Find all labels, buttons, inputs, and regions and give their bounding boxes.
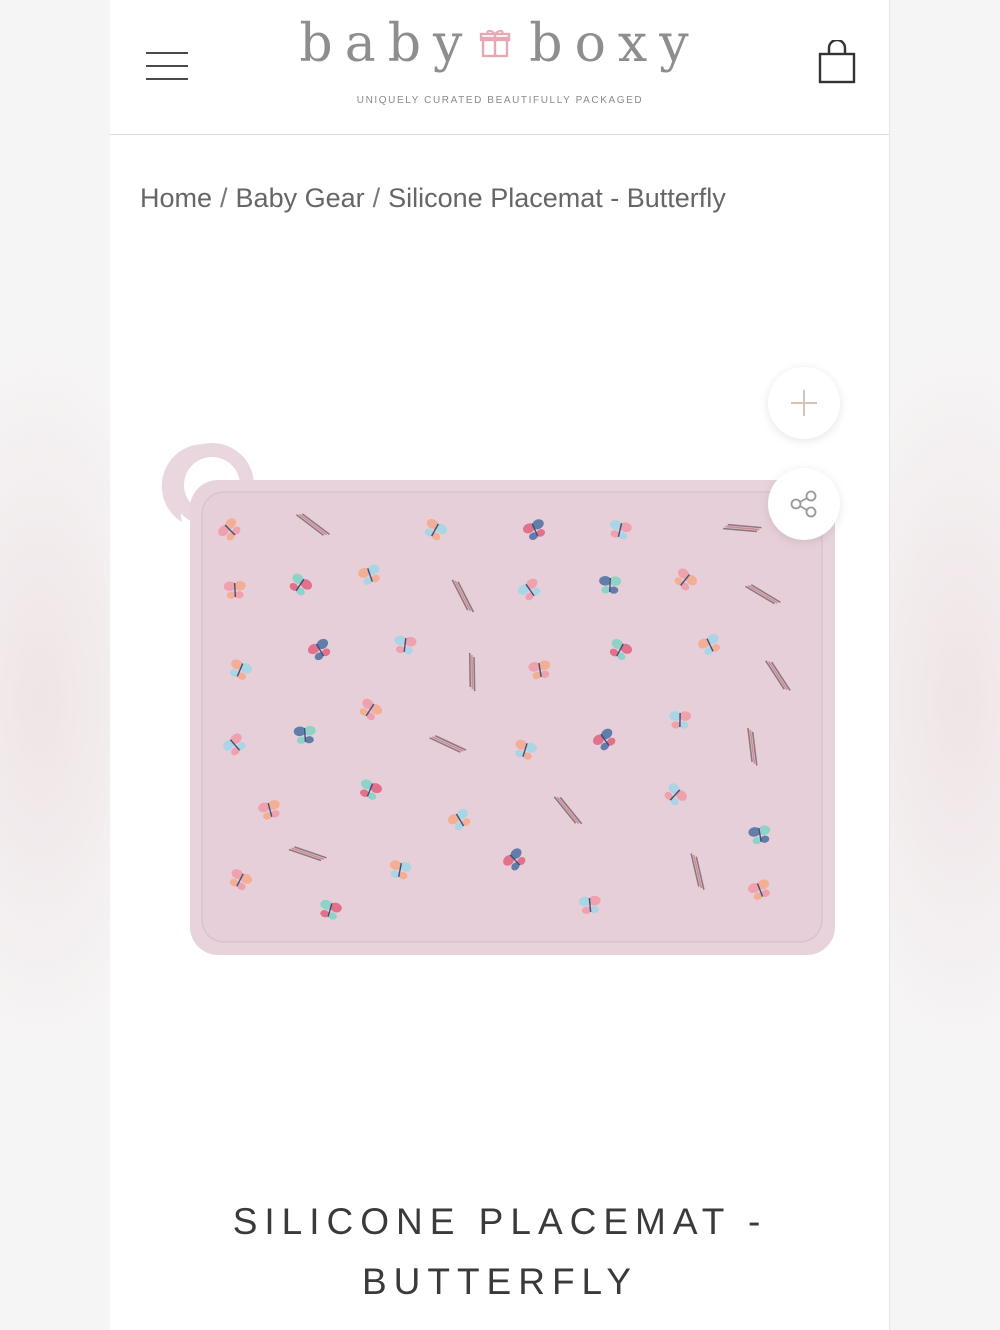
plus-icon: [791, 390, 817, 416]
breadcrumb-separator: /: [220, 183, 228, 213]
shopping-bag-icon[interactable]: [818, 38, 856, 86]
product-image[interactable]: [140, 430, 860, 970]
mobile-page: baby boxy UNIQUELY CURATED BEAUTIFULLY P…: [110, 0, 890, 1330]
logo-text-right: boxy: [529, 14, 701, 74]
gift-box-icon: [479, 26, 511, 63]
product-title-line1: SILICONE PLACEMAT -: [232, 1201, 768, 1242]
product-title: SILICONE PLACEMAT - BUTTERFLY: [150, 1192, 850, 1312]
breadcrumb-separator: /: [372, 183, 381, 213]
product-title-line2: BUTTERFLY: [361, 1261, 639, 1302]
hamburger-menu-icon[interactable]: [146, 50, 188, 82]
breadcrumb: Home / Baby Gear / Silicone Placemat - Butte…: [140, 183, 726, 214]
breadcrumb-baby-gear[interactable]: Baby Gear: [236, 183, 365, 213]
logo-tagline: UNIQUELY CURATED BEAUTIFULLY PACKAGED: [356, 95, 644, 106]
breadcrumb-home[interactable]: Home: [140, 183, 212, 213]
share-icon: [790, 490, 817, 518]
site-logo[interactable]: baby boxy: [260, 14, 740, 74]
share-button[interactable]: [768, 468, 840, 540]
logo-text-left: baby: [299, 14, 475, 74]
site-header: baby boxy UNIQUELY CURATED BEAUTIFULLY P…: [110, 0, 889, 135]
breadcrumb-current: Silicone Placemat - Butterfly: [388, 183, 726, 213]
zoom-button[interactable]: [768, 367, 840, 439]
